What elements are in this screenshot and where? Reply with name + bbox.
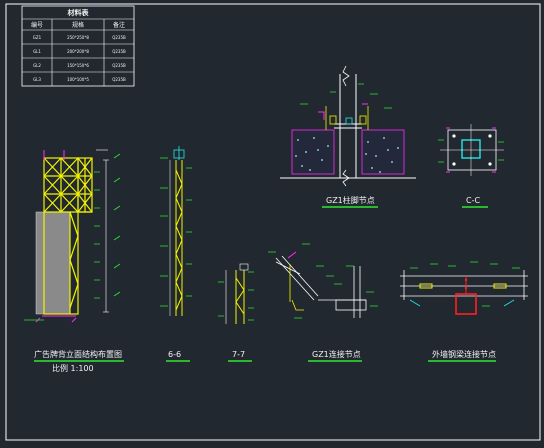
table-row-2-spec: 200*200*8 (67, 49, 89, 54)
drawing-border (5, 3, 541, 441)
section-c-c-title: C-C (466, 196, 480, 205)
billboard-elevation: 广告牌背立面结构布置图 比例 1:100 (24, 149, 124, 373)
table-row-3-code: GL2 (33, 63, 41, 68)
section-c-c-view: C-C (438, 124, 504, 208)
table-row-4-spec: 100*100*5 (67, 77, 89, 82)
table-row-3-spec: 150*150*6 (67, 63, 89, 68)
material-table-title: 材料表 (67, 8, 90, 17)
table-row-1-note: Q235B (112, 35, 126, 40)
table-row-3-note: Q235B (112, 63, 126, 68)
section-6-6-title: 6-6 (168, 350, 181, 359)
section-7-7-view: 7-7 (218, 263, 254, 362)
table-row-2-code: GL1 (33, 49, 41, 54)
column-base-title: GZ1柱脚节点 (326, 195, 375, 205)
table-header-code: 编号 (31, 21, 43, 29)
concrete-wall (35, 211, 71, 315)
table-row-4-note: Q235B (112, 77, 126, 82)
elevation-title: 广告牌背立面结构布置图 (34, 349, 122, 359)
wall-beam-connection-view: 外墙钢梁连接节点 (400, 261, 528, 362)
table-row-1-code: GZ1 (33, 35, 42, 40)
table-row-2-note: Q235B (112, 49, 126, 54)
gz1-connection-view: GZ1连接节点 (268, 243, 378, 362)
wall-connection-title: 外墙钢梁连接节点 (432, 349, 496, 359)
section-6-6-view: 6-6 (160, 146, 192, 362)
table-row-1-spec: 250*250*8 (67, 35, 89, 40)
gz1-connection-title: GZ1连接节点 (312, 349, 361, 359)
material-table: 材料表 编号 规格 备注 GZ1 250*250*8 Q235B GL1 200… (21, 5, 135, 87)
table-header-note: 备注 (113, 21, 125, 29)
connection-highlight (455, 293, 477, 315)
table-header-spec: 规格 (72, 21, 84, 29)
cad-drawing-canvas: 材料表 编号 规格 备注 GZ1 250*250*8 Q235B GL1 200… (5, 3, 541, 441)
elevation-scale: 比例 1:100 (52, 363, 94, 373)
gz1-column-base-view: GZ1柱脚节点 (280, 65, 416, 208)
section-7-7-title: 7-7 (232, 350, 245, 359)
table-row-4-code: GL3 (33, 77, 41, 82)
